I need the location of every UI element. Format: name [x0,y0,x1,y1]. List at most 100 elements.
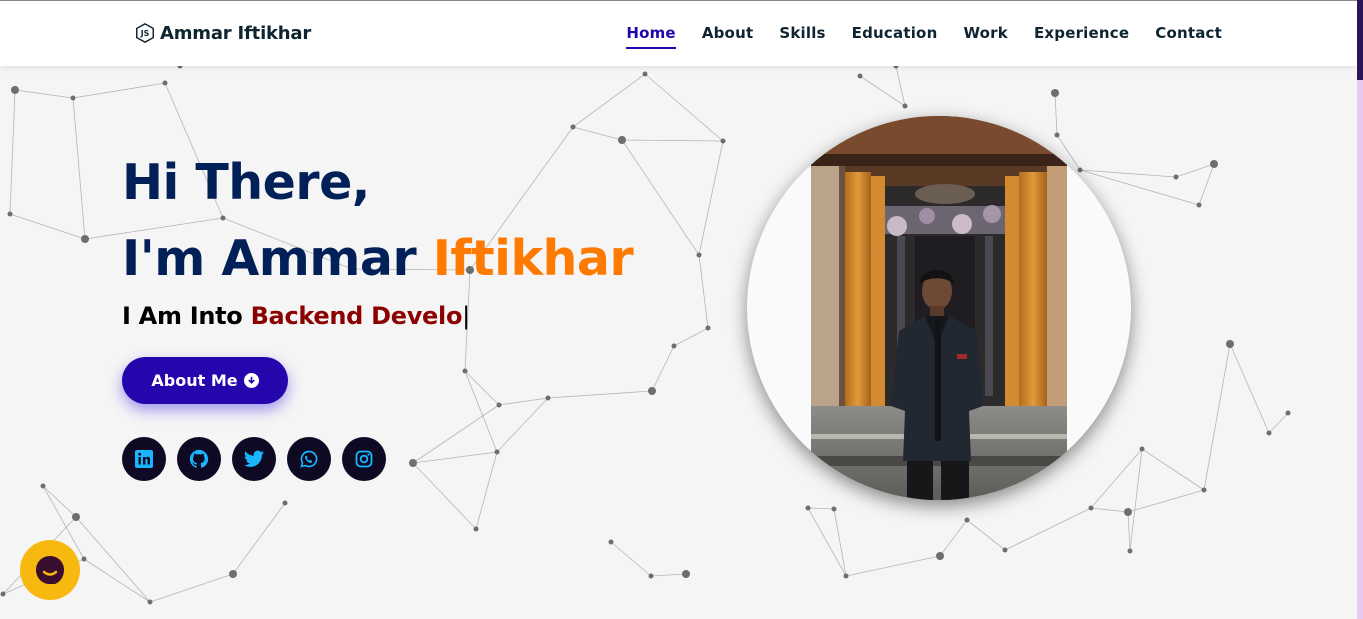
network-node [1226,340,1234,348]
network-node [1285,410,1291,416]
network-node [648,573,654,579]
network-node [473,526,479,532]
network-node [1002,547,1008,553]
network-edge [939,519,968,557]
network-node [545,395,551,401]
github-link[interactable] [177,437,221,481]
svg-text:JS: JS [140,29,150,38]
whatsapp-icon [300,450,318,468]
network-node [1054,132,1060,138]
network-edge [412,462,477,530]
network-node [570,124,576,130]
typing-role: Backend Develo [250,302,463,330]
social-links [122,437,386,481]
network-node [81,235,89,243]
twitter-icon [243,450,265,467]
network-node [696,252,702,258]
brand-logo[interactable]: JS Ammar Iftikhar [134,20,311,46]
network-edge [498,397,549,406]
github-icon [189,449,209,468]
network-edge [14,89,74,99]
network-edge [9,89,16,215]
network-edge [673,327,709,347]
network-node [671,343,677,349]
network-edge [644,73,724,142]
network-edge [1129,448,1143,552]
network-edge [75,516,151,603]
nav-link-home[interactable]: Home [626,24,676,49]
network-edge [1268,412,1289,434]
network-edge [807,507,835,510]
network-node [618,136,626,144]
network-node [1124,508,1132,516]
nav-link-work[interactable]: Work [963,24,1008,47]
network-node [964,517,970,523]
nav-link-about[interactable]: About [702,24,754,47]
network-node [1127,548,1133,554]
network-edge [1054,92,1058,136]
scrollbar-track [1357,80,1363,619]
network-edge [895,66,906,107]
twitter-link[interactable] [232,437,276,481]
linkedin-link[interactable] [122,437,166,481]
profile-photo [747,116,1131,500]
network-node [805,505,811,511]
nav-link-skills[interactable]: Skills [779,24,825,47]
network-node [1196,202,1202,208]
network-node [1210,160,1218,168]
instagram-link[interactable] [342,437,386,481]
hero-greeting: Hi There, [122,154,370,211]
hero-intro: I'm Ammar [122,230,433,287]
network-node [7,211,13,217]
network-edge [1175,163,1215,178]
network-edge [1127,511,1131,552]
network-node [282,500,288,506]
network-edge [572,73,646,128]
network-node [496,402,502,408]
whatsapp-link[interactable] [287,437,331,481]
scrollbar[interactable] [1357,0,1363,619]
network-edge [610,541,652,577]
network-node [0,591,6,597]
network-edge [72,82,166,99]
network-node [70,95,76,101]
network-edge [621,139,724,142]
hero-name-accent: Iftikhar [432,230,634,287]
arrow-circle-down-icon [243,373,259,388]
network-edge [1198,163,1215,206]
network-node [857,73,863,79]
network-node [40,483,46,489]
instagram-icon [355,450,373,468]
network-node [608,539,614,545]
network-edge [9,213,86,240]
navbar: JS Ammar Iftikhar Home About Skills Educ… [0,0,1357,66]
typing-prefix: I Am Into [122,302,251,330]
nav-link-contact[interactable]: Contact [1155,24,1222,47]
chat-widget-button[interactable] [20,540,80,600]
scrollbar-thumb[interactable] [1357,0,1363,80]
hero-heading: Hi There, I'm Ammar Iftikhar [122,145,634,297]
linkedin-icon [135,450,153,468]
nav-link-education[interactable]: Education [852,24,938,47]
network-node [893,66,899,69]
network-node [81,556,87,562]
network-node [11,86,19,94]
about-me-button[interactable]: About Me [122,357,288,404]
network-node [720,138,726,144]
network-node [1139,446,1145,452]
about-me-label: About Me [151,371,238,390]
network-edge [232,502,286,575]
network-edge [966,519,1006,551]
network-node [648,387,656,395]
network-node [409,459,417,467]
network-edge [475,451,498,530]
network-edge [412,451,498,464]
brand-name: Ammar Iftikhar [160,22,312,44]
network-edge [1090,507,1129,513]
nav-menu: Home About Skills Education Work Experie… [626,23,1222,49]
nav-link-experience[interactable]: Experience [1034,24,1129,47]
chat-bot-icon [36,556,64,584]
network-edge [1141,448,1205,491]
network-edge [650,573,687,577]
network-node [936,552,944,560]
